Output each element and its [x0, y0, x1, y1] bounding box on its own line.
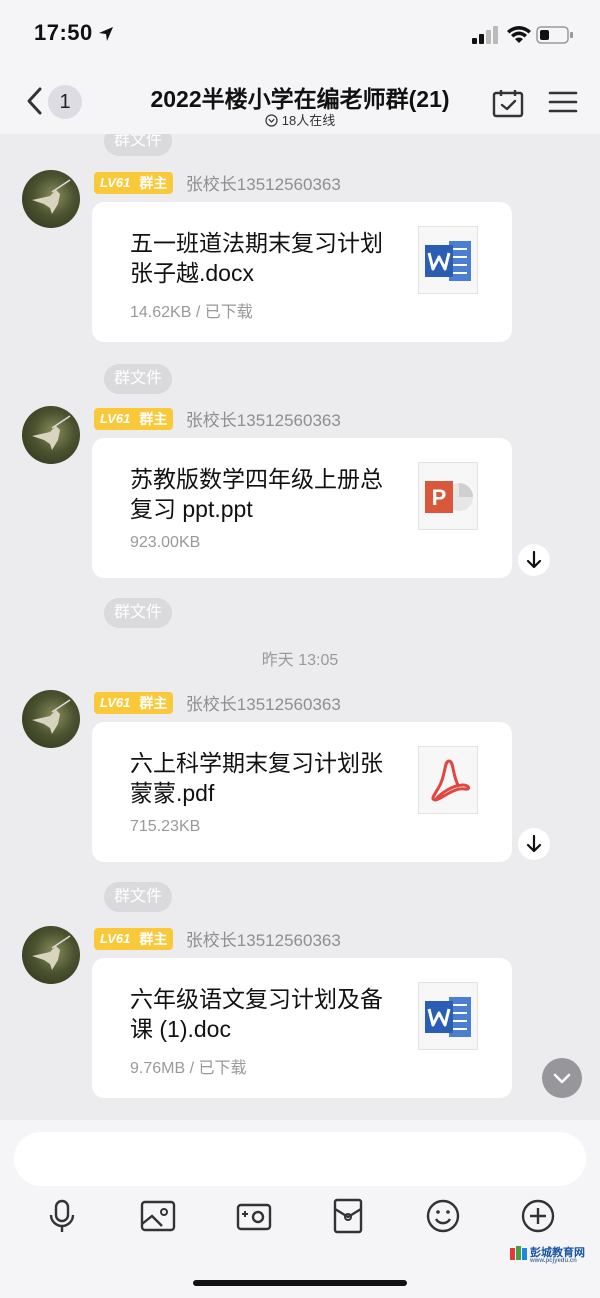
hummingbird-icon: [32, 415, 71, 450]
home-indicator[interactable]: [193, 1280, 407, 1286]
hummingbird-icon: [32, 935, 71, 970]
level-badge: LV61: [94, 171, 137, 194]
level-badge: LV61: [94, 927, 137, 950]
owner-badge: 群主: [133, 171, 174, 194]
online-status-icon: [265, 114, 278, 127]
pdf-file-icon: [418, 746, 478, 814]
owner-badge: 群主: [133, 407, 174, 430]
download-arrow-icon: [526, 550, 542, 569]
file-name: 五一班道法期末复习计划 张子越.docx: [130, 230, 383, 286]
chevron-down-icon: [553, 1073, 571, 1084]
avatar[interactable]: [22, 170, 80, 228]
file-name: 六上科学期末复习计划张蒙蒙.pdf: [130, 750, 383, 806]
red-packet-icon[interactable]: [328, 1196, 368, 1236]
cellular-signal-icon: [472, 26, 498, 44]
input-area: 彭城教育网 www.pcjyedu.cn: [0, 1120, 600, 1298]
book-logo-icon: [510, 1246, 527, 1261]
chat-message-list[interactable]: 群文件 LV61 群主 张校长13512560363 五一班道法期末复习计划 张子…: [0, 134, 600, 1120]
avatar[interactable]: [22, 406, 80, 464]
location-arrow-icon: [99, 27, 113, 41]
calendar-check-icon[interactable]: [492, 88, 524, 118]
file-meta: 9.76MB / 已下载: [130, 1060, 247, 1077]
status-time: 17:50: [34, 20, 93, 45]
group-file-pill: 群文件: [104, 882, 173, 912]
file-meta: 14.62KB / 已下载: [130, 304, 253, 321]
file-name: 苏教版数学四年级上册总复习 ppt.ppt: [130, 466, 383, 522]
plus-icon[interactable]: [518, 1196, 558, 1236]
sender-name[interactable]: 张校长13512560363: [186, 690, 341, 715]
file-card[interactable]: 五一班道法期末复习计划 张子越.docx 14.62KB / 已下载: [92, 202, 512, 342]
avatar[interactable]: [22, 926, 80, 984]
watermark-url: www.pcjyedu.cn: [530, 1258, 577, 1264]
wifi-icon: [507, 26, 531, 43]
sender-name[interactable]: 张校长13512560363: [186, 926, 341, 951]
sender-row: LV61 群主 张校长13512560363: [94, 170, 341, 194]
microphone-icon[interactable]: [42, 1196, 82, 1236]
file-name: 六年级语文复习计划及备课 (1).doc: [130, 986, 383, 1042]
file-meta: 923.00KB: [130, 534, 201, 551]
group-file-pill: 群文件: [104, 134, 173, 156]
sender-row: LV61 群主 张校长13512560363: [94, 926, 341, 950]
battery-icon: [536, 26, 573, 44]
download-arrow-icon: [526, 834, 542, 853]
file-card[interactable]: 六年级语文复习计划及备课 (1).doc 9.76MB / 已下载: [92, 958, 512, 1098]
avatar[interactable]: [22, 690, 80, 748]
sender-name[interactable]: 张校长13512560363: [186, 170, 341, 195]
sender-row: LV61 群主 张校长13512560363: [94, 690, 341, 714]
level-badge: LV61: [94, 691, 137, 714]
svg-text:P: P: [432, 485, 447, 510]
sender-name[interactable]: 张校长13512560363: [186, 406, 341, 431]
chat-header: 1 2022半楼小学在编老师群(21) 18人在线: [0, 72, 600, 134]
word-file-icon: [418, 226, 478, 294]
level-badge: LV61: [94, 407, 137, 430]
image-icon[interactable]: [138, 1196, 178, 1236]
emoji-icon[interactable]: [423, 1196, 463, 1236]
owner-badge: 群主: [133, 927, 174, 950]
group-file-pill: 群文件: [104, 598, 173, 628]
file-card[interactable]: 六上科学期末复习计划张蒙蒙.pdf 715.23KB: [92, 722, 512, 862]
menu-icon[interactable]: [548, 90, 578, 114]
download-button[interactable]: [518, 828, 550, 860]
timestamp: 昨天 13:05: [261, 652, 339, 669]
download-button[interactable]: [518, 544, 550, 576]
message-input[interactable]: [14, 1132, 586, 1186]
watermark: 彭城教育网 www.pcjyedu.cn: [510, 1244, 585, 1264]
sender-row: LV61 群主 张校长13512560363: [94, 406, 341, 430]
scroll-to-bottom-button[interactable]: [542, 1058, 582, 1098]
word-file-icon: [418, 982, 478, 1050]
file-card[interactable]: 苏教版数学四年级上册总复习 ppt.ppt 923.00KB P: [92, 438, 512, 578]
ppt-file-icon: P: [418, 462, 478, 530]
owner-badge: 群主: [133, 691, 174, 714]
online-count-label: 18人在线: [281, 113, 336, 128]
hummingbird-icon: [32, 179, 71, 214]
camera-icon[interactable]: [234, 1196, 274, 1236]
file-meta: 715.23KB: [130, 818, 201, 835]
group-file-pill: 群文件: [104, 364, 173, 394]
hummingbird-icon: [32, 699, 71, 734]
status-bar: 17:50: [0, 0, 600, 72]
